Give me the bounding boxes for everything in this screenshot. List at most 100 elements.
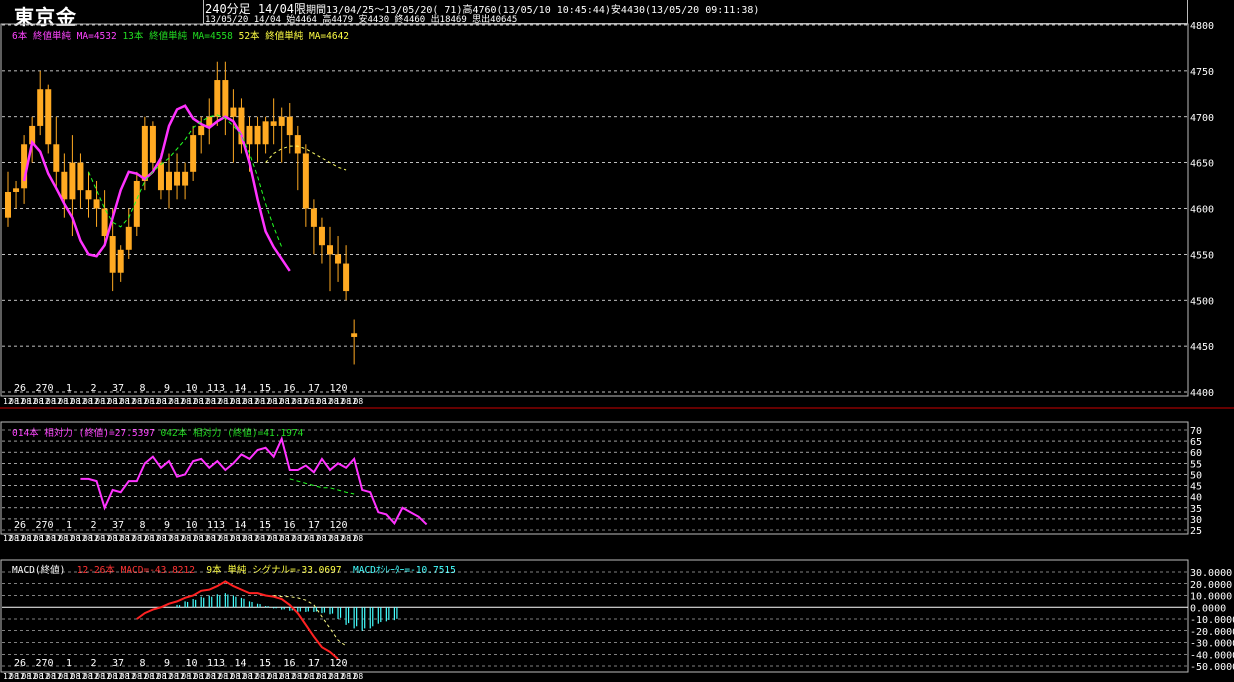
price-x-time-label: 08 [354, 397, 364, 406]
macd-x-time-label: 08 [354, 672, 364, 681]
candle-body [335, 254, 342, 264]
candle-body [222, 80, 229, 117]
signal-line [273, 595, 347, 647]
price-y-tick: 4750 [1190, 67, 1214, 78]
rsi-panel-border [0, 421, 1189, 535]
candle-body [190, 135, 197, 172]
candle-body [174, 171, 181, 186]
price-x-day-label: 17 [308, 383, 320, 394]
rsi-y-tick: 45 [1190, 482, 1202, 493]
macd-x-day-label: 37 [112, 658, 124, 669]
price-x-day-label: 1 [66, 383, 72, 394]
candle-body [61, 171, 68, 200]
candle-body [13, 188, 20, 192]
price-x-day-label: 14 [234, 383, 246, 394]
price-panel-border [0, 23, 1189, 397]
candle-body [109, 236, 116, 273]
macd-x-day-label: 15 [259, 658, 271, 669]
candle-body [45, 89, 52, 145]
macd-y-tick: 0.0000 [1190, 603, 1226, 614]
macd-y-tick: -30.0000 [1190, 639, 1234, 650]
candle-body [85, 190, 92, 200]
rsi-y-tick: 70 [1190, 426, 1202, 437]
chart-canvas: 44004450450045504600465047004750480026 27… [0, 21, 1234, 681]
candle-body [278, 116, 285, 126]
candle-body [77, 162, 84, 191]
candle-body [294, 135, 301, 154]
price-y-tick: 4600 [1190, 205, 1214, 216]
rsi42-line [289, 478, 355, 495]
rsi-y-tick: 50 [1190, 470, 1202, 481]
candle-body [125, 226, 132, 250]
macd-y-tick: -40.0000 [1190, 650, 1234, 661]
macd-x-day-label: 270 [35, 658, 53, 669]
rsi-x-day-label: 15 [259, 520, 271, 531]
price-y-tick: 4700 [1190, 113, 1214, 124]
candle-body [53, 144, 60, 172]
candle-body [246, 125, 253, 145]
candle-body [157, 162, 164, 191]
candle-body [214, 80, 221, 117]
macd-y-tick: -50.0000 [1190, 662, 1234, 673]
rsi-x-time-label: 08 [354, 534, 364, 543]
candle-body [69, 162, 76, 200]
rsi14-line [80, 435, 428, 526]
rsi-y-tick: 55 [1190, 459, 1202, 470]
macd-x-day-label: 8 [139, 658, 145, 669]
rsi-x-day-label: 8 [139, 520, 145, 531]
price-x-day-label: 113 [207, 383, 225, 394]
price-y-tick: 4500 [1190, 296, 1214, 307]
price-x-day-label: 15 [259, 383, 271, 394]
candle-body [117, 249, 124, 273]
candle-body [318, 226, 325, 246]
macd-panel-border [0, 559, 1189, 673]
candle-body [327, 245, 333, 255]
price-y-tick: 4550 [1190, 250, 1214, 261]
price-x-day-label: 2 [90, 383, 96, 394]
price-x-day-label: 37 [112, 383, 124, 394]
macd-line [136, 580, 339, 660]
price-x-day-label: 120 [329, 383, 347, 394]
macd-x-day-label: 1 [66, 658, 72, 669]
rsi-x-day-label: 14 [234, 520, 246, 531]
candle-body [166, 171, 172, 191]
macd-x-day-label: 14 [234, 658, 246, 669]
price-x-day-label: 270 [35, 383, 53, 394]
rsi-x-day-label: 10 [185, 520, 197, 531]
macd-y-tick: -20.0000 [1190, 627, 1234, 638]
macd-y-tick: -10.0000 [1190, 615, 1234, 626]
candle-body [93, 199, 100, 209]
candle-body [182, 171, 189, 186]
candle-body [230, 107, 237, 117]
candle-body [5, 191, 11, 218]
price-y-tick: 4650 [1190, 159, 1214, 170]
macd-x-day-label: 10 [185, 658, 197, 669]
price-y-tick: 4400 [1190, 388, 1214, 399]
macd-x-day-label: 16 [283, 658, 295, 669]
candle-body [254, 125, 261, 145]
rsi-y-tick: 60 [1190, 448, 1202, 459]
candle-body [286, 116, 293, 136]
rsi-x-day-label: 270 [35, 520, 53, 531]
price-y-tick: 4800 [1190, 21, 1214, 32]
candle-body [270, 121, 277, 126]
rsi-x-day-label: 9 [164, 520, 170, 531]
rsi-x-day-label: 120 [329, 520, 347, 531]
rsi-x-day-label: 113 [207, 520, 225, 531]
rsi-x-day-label: 16 [283, 520, 295, 531]
macd-x-day-label: 9 [164, 658, 170, 669]
macd-y-tick: 30.0000 [1190, 568, 1232, 579]
rsi-y-tick: 35 [1190, 504, 1202, 515]
candle-body [198, 125, 205, 136]
price-x-day-label: 9 [164, 383, 170, 394]
price-x-day-label: 16 [283, 383, 295, 394]
rsi-x-day-label: 2 [90, 520, 96, 531]
macd-x-day-label: 120 [329, 658, 347, 669]
macd-y-tick: 10.0000 [1190, 592, 1232, 603]
rsi-x-day-label: 37 [112, 520, 124, 531]
candle-body [149, 125, 156, 163]
candle-body [262, 121, 269, 145]
rsi-y-tick: 65 [1190, 437, 1202, 448]
candle-body [302, 153, 309, 209]
price-x-day-label: 10 [185, 383, 197, 394]
